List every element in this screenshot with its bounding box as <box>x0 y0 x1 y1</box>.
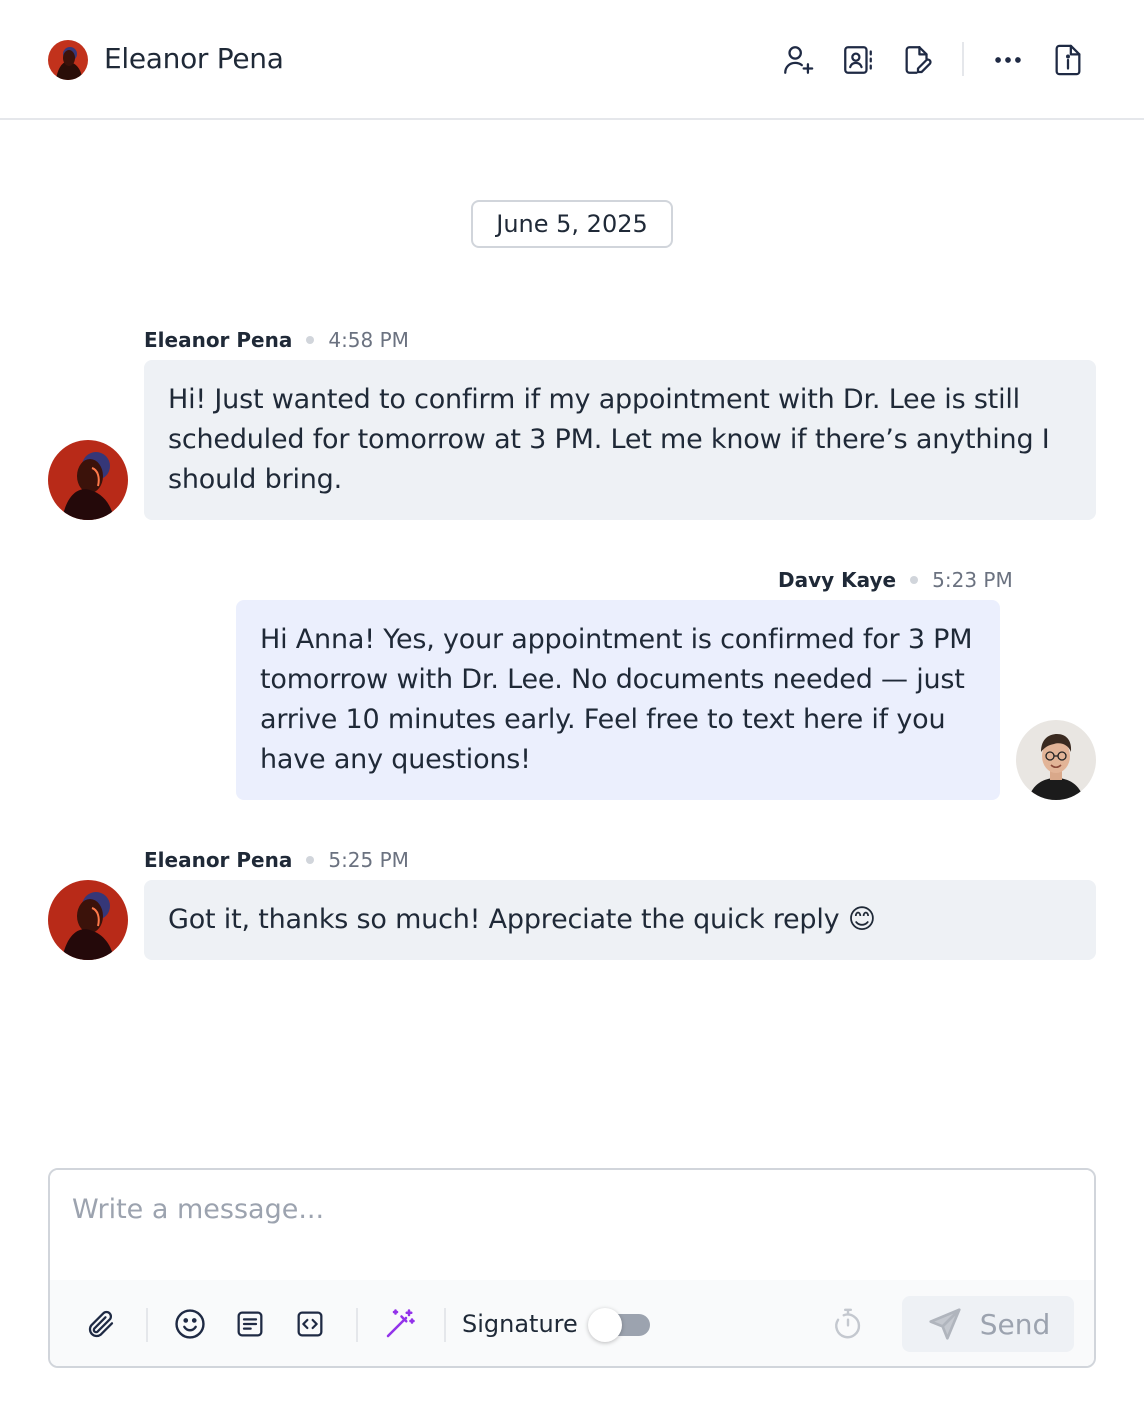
message-meta: Eleanor Pena 4:58 PM <box>144 328 409 352</box>
message-bubble-incoming[interactable]: Hi! Just wanted to confirm if my appoint… <box>144 360 1096 520</box>
add-contact-icon[interactable] <box>778 40 818 80</box>
edit-note-icon[interactable] <box>898 40 938 80</box>
message-time: 5:23 PM <box>932 568 1013 592</box>
message-time: 5:25 PM <box>328 848 409 872</box>
contact-name: Eleanor Pena <box>104 42 284 75</box>
toolbar-divider <box>444 1308 446 1342</box>
message-bubble-incoming[interactable]: Got it, thanks so much! Appreciate the q… <box>144 880 1096 960</box>
code-icon[interactable] <box>290 1304 330 1344</box>
date-separator: June 5, 2025 <box>471 200 673 248</box>
meta-dot <box>306 336 315 344</box>
message-time: 4:58 PM <box>328 328 409 352</box>
message-input[interactable] <box>50 1170 1094 1280</box>
template-icon[interactable] <box>230 1304 270 1344</box>
file-info-icon[interactable] <box>1048 40 1088 80</box>
sender-avatar[interactable] <box>48 440 128 520</box>
sender-name: Eleanor Pena <box>144 328 293 352</box>
sender-name: Davy Kaye <box>778 568 897 592</box>
agent-avatar[interactable] <box>1016 720 1096 800</box>
send-label: Send <box>979 1307 1051 1341</box>
sender-avatar[interactable] <box>48 880 128 960</box>
signature-label: Signature <box>462 1310 578 1338</box>
sender-name: Eleanor Pena <box>144 848 293 872</box>
contact-card-icon[interactable] <box>838 40 878 80</box>
send-button[interactable]: Send <box>902 1296 1074 1352</box>
toggle-knob <box>588 1308 622 1342</box>
signature-toggle[interactable] <box>588 1308 650 1342</box>
schedule-timer-icon[interactable] <box>828 1304 868 1344</box>
send-icon <box>929 1308 961 1340</box>
toolbar-divider <box>146 1308 148 1342</box>
header-divider <box>962 42 964 76</box>
meta-dot <box>910 576 919 584</box>
message-bubble-outgoing[interactable]: Hi Anna! Yes, your appointment is confir… <box>236 600 1000 800</box>
composer-toolbar: Signature Send <box>50 1280 1094 1366</box>
meta-dot <box>306 856 315 864</box>
message-composer: Signature Send <box>48 1168 1096 1368</box>
contact-avatar[interactable] <box>48 40 88 80</box>
chat-header: Eleanor Pena <box>0 0 1144 120</box>
more-icon[interactable] <box>988 40 1028 80</box>
message-meta: Davy Kaye 5:23 PM <box>778 568 1013 592</box>
emoji-icon[interactable] <box>170 1304 210 1344</box>
toolbar-divider <box>356 1308 358 1342</box>
attachment-icon[interactable] <box>80 1304 120 1344</box>
message-meta: Eleanor Pena 5:25 PM <box>144 848 409 872</box>
ai-magic-wand-icon[interactable] <box>380 1304 420 1344</box>
